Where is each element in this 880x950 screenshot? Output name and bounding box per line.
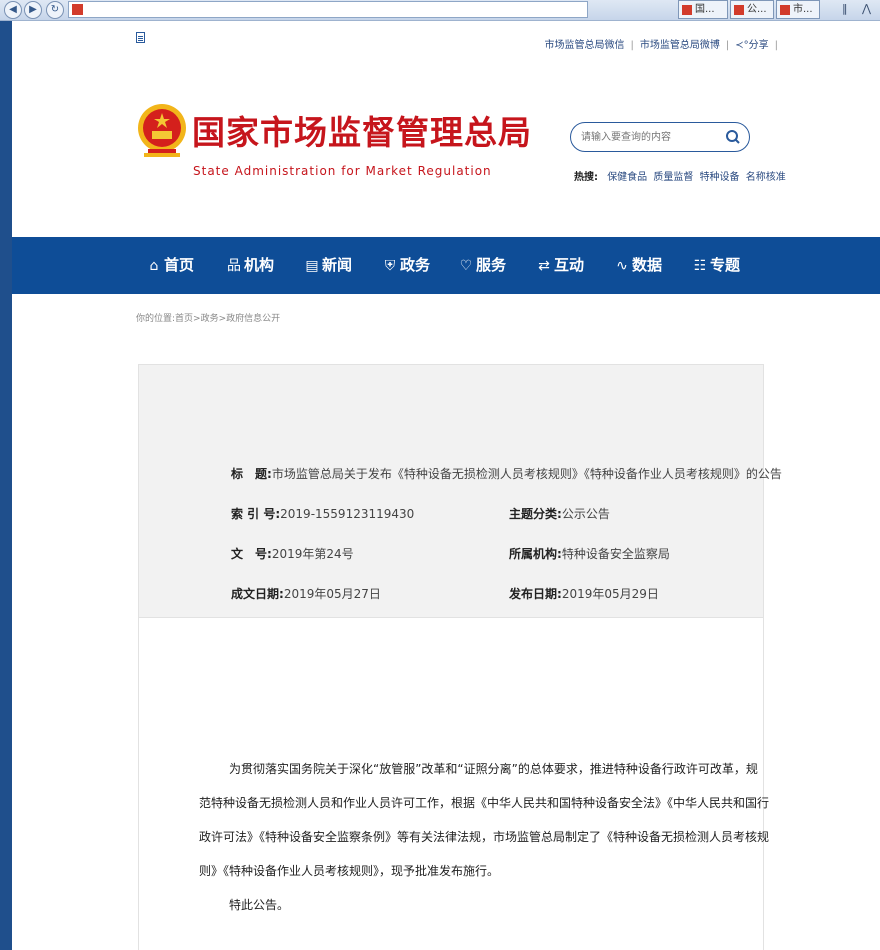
window-control-icon[interactable]: ⋀ <box>862 2 871 15</box>
main-navbar: ⌂ 首页 品机构 ▤ 新闻 ⛨ 政务 ♡ 服务 ⇄ 互动 ∿ 数据 ☷ 专题 <box>12 237 880 294</box>
meta-published-date: 发布日期:2019年05月29日 <box>509 587 659 601</box>
meta-organization: 所属机构:特种设备安全监察局 <box>509 547 670 561</box>
back-button[interactable]: ◀ <box>4 1 22 19</box>
search-input[interactable] <box>581 128 721 146</box>
refresh-button[interactable]: ↻ <box>46 1 64 19</box>
national-emblem-icon <box>138 104 186 157</box>
hot-link-special-equipment[interactable]: 特种设备 <box>700 172 740 183</box>
hot-link-health-food[interactable]: 保健食品 <box>607 172 647 183</box>
meta-doc-number: 文 号:2019年第24号 <box>231 547 354 561</box>
wechat-link[interactable]: 市场监管总局微信 <box>544 40 624 51</box>
nav-item-org[interactable]: 品机构 <box>226 254 274 276</box>
meta-category: 主题分类:公示公告 <box>509 507 610 521</box>
hot-link-quality[interactable]: 质量监督 <box>653 172 693 183</box>
nav-item-interact[interactable]: ⇄ 互动 <box>536 254 584 276</box>
forward-button[interactable]: ▶ <box>24 1 42 19</box>
meta-created-date: 成文日期:2019年05月27日 <box>231 587 381 601</box>
browser-tab-2[interactable]: 公... <box>730 0 774 19</box>
search-box <box>570 122 750 152</box>
shield-icon: ⛨ <box>384 258 396 274</box>
home-icon: ⌂ <box>149 258 159 274</box>
nav-item-topics[interactable]: ☷ 专题 <box>692 254 740 276</box>
hot-search: 热搜: 保健食品 质量监督 特种设备 名称核准 <box>574 168 789 183</box>
pause-icon[interactable]: ‖ <box>842 2 848 15</box>
nav-item-government[interactable]: ⛨ 政务 <box>382 254 430 276</box>
site-logo-title[interactable]: 国家市场监督管理总局 <box>192 106 532 154</box>
site-logo-subtitle: State Administration for Market Regulati… <box>193 164 492 178</box>
nav-item-service[interactable]: ♡ 服务 <box>458 254 506 276</box>
document-icon[interactable] <box>136 32 145 43</box>
browser-toolbar: ◀ ▶ ↻ 国... 公... 市... ‖ ⋀ <box>0 0 880 21</box>
weibo-link[interactable]: 市场监管总局微博 <box>640 40 720 51</box>
browser-tab-1[interactable]: 国... <box>678 0 728 19</box>
content-line: 范特种设备无损检测人员和作业人员许可工作，根据《中华人民共和国特种设备安全法》《… <box>199 796 770 810</box>
search-icon[interactable] <box>725 129 741 145</box>
hot-search-label: 热搜: <box>574 172 598 183</box>
heart-icon: ♡ <box>459 258 473 274</box>
content-line: 为贯彻落实国务院关于深化“放管服”改革和“证照分离”的总体要求，推进特种设备行政… <box>229 762 758 776</box>
browser-tab-3[interactable]: 市... <box>776 0 820 19</box>
hot-link-name-approval[interactable]: 名称核准 <box>746 172 786 183</box>
nav-item-news[interactable]: ▤ 新闻 <box>304 254 352 276</box>
content-line: 则》《特种设备作业人员考核规则》，现予批准发布施行。 <box>199 864 500 878</box>
top-links: 市场监管总局微信 | 市场监管总局微博 | ≺°分享 | <box>544 40 778 51</box>
news-icon: ▤ <box>305 258 319 274</box>
webpage: 市场监管总局微信 | 市场监管总局微博 | ≺°分享 | 国家市场监督管理总局 State… <box>12 21 880 950</box>
share-icon[interactable]: ≺° <box>735 40 748 51</box>
content-line: 政许可法》《特种设备安全监察条例》等有关法律法规，市场监管总局制定了《特种设备无… <box>199 830 770 844</box>
top-utility-bar: 市场监管总局微信 | 市场监管总局微博 | ≺°分享 | <box>12 21 880 51</box>
nav-item-data[interactable]: ∿ 数据 <box>614 254 662 276</box>
org-icon: 品 <box>227 258 241 274</box>
address-bar[interactable] <box>68 1 588 18</box>
site-favicon-icon <box>72 4 83 15</box>
exchange-icon: ⇄ <box>538 258 550 274</box>
list-icon: ☷ <box>693 258 707 274</box>
breadcrumb[interactable]: 你的位置:首页>政务>政府信息公开 <box>136 311 280 324</box>
document-meta-panel: 标 题:市场监管总局关于发布《特种设备无损检测人员考核规则》《特种设备作业人员考… <box>138 364 782 618</box>
nav-item-home[interactable]: ⌂ 首页 <box>146 254 194 276</box>
content-closing: 特此公告。 <box>229 898 290 912</box>
document-content: 为贯彻落实国务院关于深化“放管服”改革和“证照分离”的总体要求，推进特种设备行政… <box>138 618 769 950</box>
meta-index: 索 引 号:2019-1559123119430 <box>231 507 415 521</box>
share-link[interactable]: 分享 <box>749 40 769 51</box>
chart-icon: ∿ <box>616 258 628 274</box>
meta-title: 标 题:市场监管总局关于发布《特种设备无损检测人员考核规则》《特种设备作业人员考… <box>231 467 782 481</box>
